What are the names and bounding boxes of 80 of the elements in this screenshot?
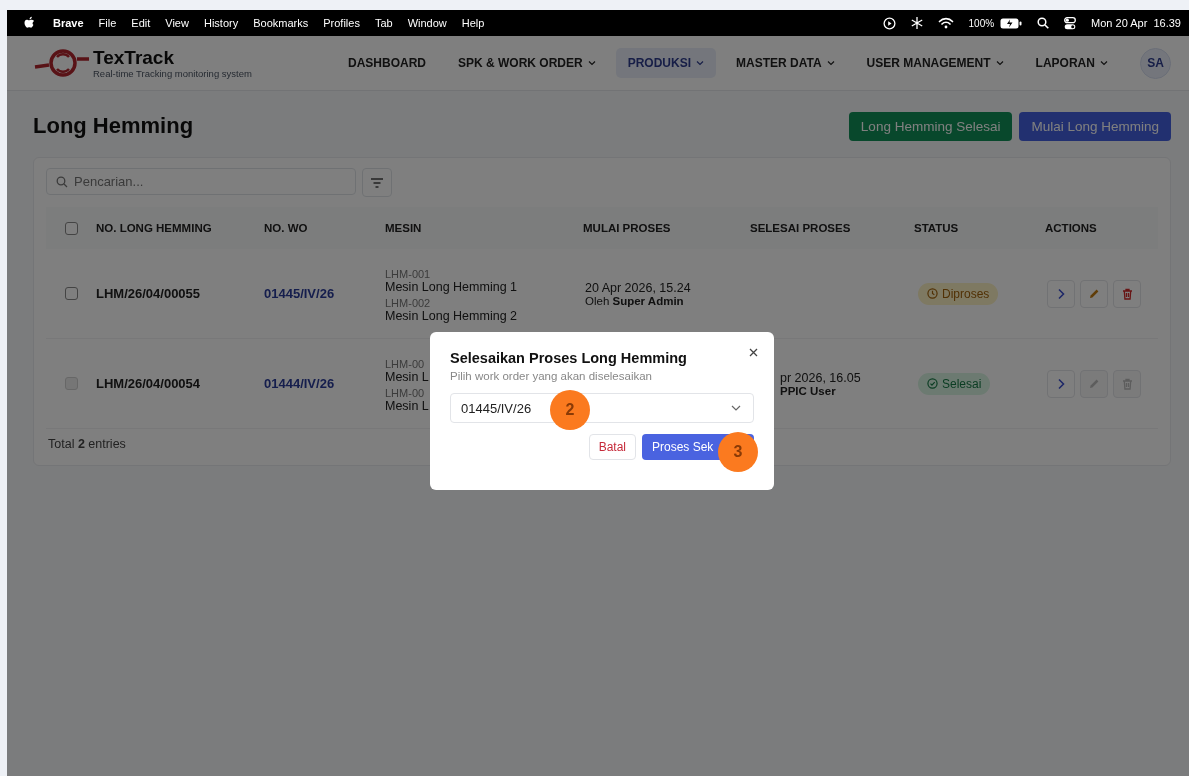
check-circle-icon — [927, 378, 938, 389]
table-cell: LHM/26/04/00055 — [96, 286, 201, 301]
start-user: Oleh Super Admin — [585, 294, 684, 307]
machine-code: LHM-00 — [385, 386, 425, 399]
edit-button[interactable] — [1080, 279, 1108, 308]
control-center-icon[interactable] — [1064, 16, 1077, 30]
menu-item[interactable]: Tab — [374, 17, 393, 29]
wifi-icon[interactable] — [937, 17, 954, 29]
nav-tab[interactable]: PRODUKSI — [615, 48, 716, 78]
menu-item[interactable]: Bookmarks — [253, 17, 309, 29]
machine-code: LHM-002 — [385, 296, 431, 309]
column-header: NO. LONG HEMMING — [96, 222, 213, 234]
menu-item[interactable]: Profiles — [323, 17, 360, 29]
machine-code: LHM-00 — [385, 357, 425, 370]
filter-button[interactable] — [362, 168, 392, 197]
menu-item[interactable]: View — [165, 17, 189, 29]
chevron-right-icon — [1057, 287, 1065, 300]
wo-link[interactable]: 01445/IV/26 — [264, 286, 335, 301]
user-avatar[interactable]: SA — [1140, 47, 1171, 79]
snowflake-icon[interactable] — [910, 17, 923, 29]
column-header: ACTIONS — [1045, 222, 1098, 234]
page-title: Long Hemming — [33, 113, 194, 139]
start-button[interactable]: Mulai Long Hemming — [1019, 111, 1171, 141]
total-entries: Total 2 entries — [47, 436, 127, 453]
checkbox[interactable] — [64, 221, 78, 235]
brand-tagline: Real-time Tracking monitoring system — [93, 67, 252, 79]
nav-tab[interactable]: USER MANAGEMENT — [854, 48, 1016, 78]
menu-item[interactable]: History — [203, 17, 239, 29]
pencil-icon — [1088, 377, 1100, 390]
column-header: NO. WO — [264, 222, 309, 234]
menu-item[interactable]: Help — [461, 17, 485, 29]
machine-name: Mesin Long Hemming 2 — [385, 308, 517, 323]
cancel-button[interactable]: Batal — [588, 434, 636, 460]
start-time: 20 Apr 2026, 15.24 — [585, 280, 691, 295]
close-button[interactable] — [747, 346, 760, 359]
menu-clock: Mon 20 Apr 16.39 — [1091, 17, 1181, 29]
search-icon[interactable] — [1037, 17, 1050, 29]
step-marker: 3 — [718, 432, 758, 472]
end-user: PPIC User — [780, 384, 836, 397]
end-time: pr 2026, 16.05 — [780, 370, 861, 385]
menu-item[interactable]: File — [98, 17, 117, 29]
search-field[interactable]: Pencarian... — [46, 168, 356, 195]
brand-name: TexTrack — [93, 47, 175, 68]
machine-name: Mesin Long Hemming 1 — [385, 279, 517, 294]
view-button[interactable] — [1047, 279, 1075, 308]
step-marker: 2 — [550, 390, 590, 430]
play-icon[interactable] — [882, 16, 896, 30]
modal-title: Selesaikan Proses Long Hemming — [450, 350, 688, 366]
column-header: MULAI PROSES — [583, 222, 672, 234]
nav-tab[interactable]: LAPORAN — [1023, 48, 1120, 78]
machine-code: LHM-001 — [385, 267, 431, 280]
battery-icon[interactable] — [1000, 17, 1023, 29]
column-header: MESIN — [385, 222, 423, 234]
filter-icon — [370, 177, 384, 188]
status-badge: Selesai — [918, 372, 991, 395]
apple-icon[interactable] — [24, 16, 36, 30]
clock-icon — [927, 288, 938, 299]
machine-name: Mesin L — [385, 398, 429, 413]
pencil-icon — [1088, 287, 1100, 300]
chevron-right-icon — [1057, 377, 1065, 390]
nav-tab[interactable]: SPK & WORK ORDER — [446, 48, 608, 78]
close-icon — [749, 348, 758, 357]
column-header: SELESAI PROSES — [750, 222, 852, 234]
nav-tab[interactable]: MASTER DATA — [724, 48, 847, 78]
machine-name: Mesin L — [385, 369, 429, 384]
battery-percent: 100% — [968, 17, 995, 29]
modal-subtitle: Pilih work order yang akan diselesaikan — [450, 370, 653, 382]
delete-button[interactable] — [1113, 279, 1141, 308]
view-button[interactable] — [1047, 369, 1075, 398]
trash-icon — [1121, 377, 1133, 390]
status-badge: Diproses — [918, 282, 999, 305]
menu-item[interactable]: Edit — [131, 17, 151, 29]
chevron-down-icon — [731, 405, 741, 411]
table-cell: LHM/26/04/00054 — [96, 376, 201, 391]
checkbox[interactable] — [64, 287, 78, 300]
trash-icon — [1121, 287, 1133, 300]
nav-tab[interactable]: DASHBOARD — [336, 48, 438, 78]
column-header: STATUS — [914, 222, 960, 234]
menu-item[interactable]: Brave — [53, 17, 84, 29]
menu-item[interactable]: Window — [407, 17, 447, 29]
